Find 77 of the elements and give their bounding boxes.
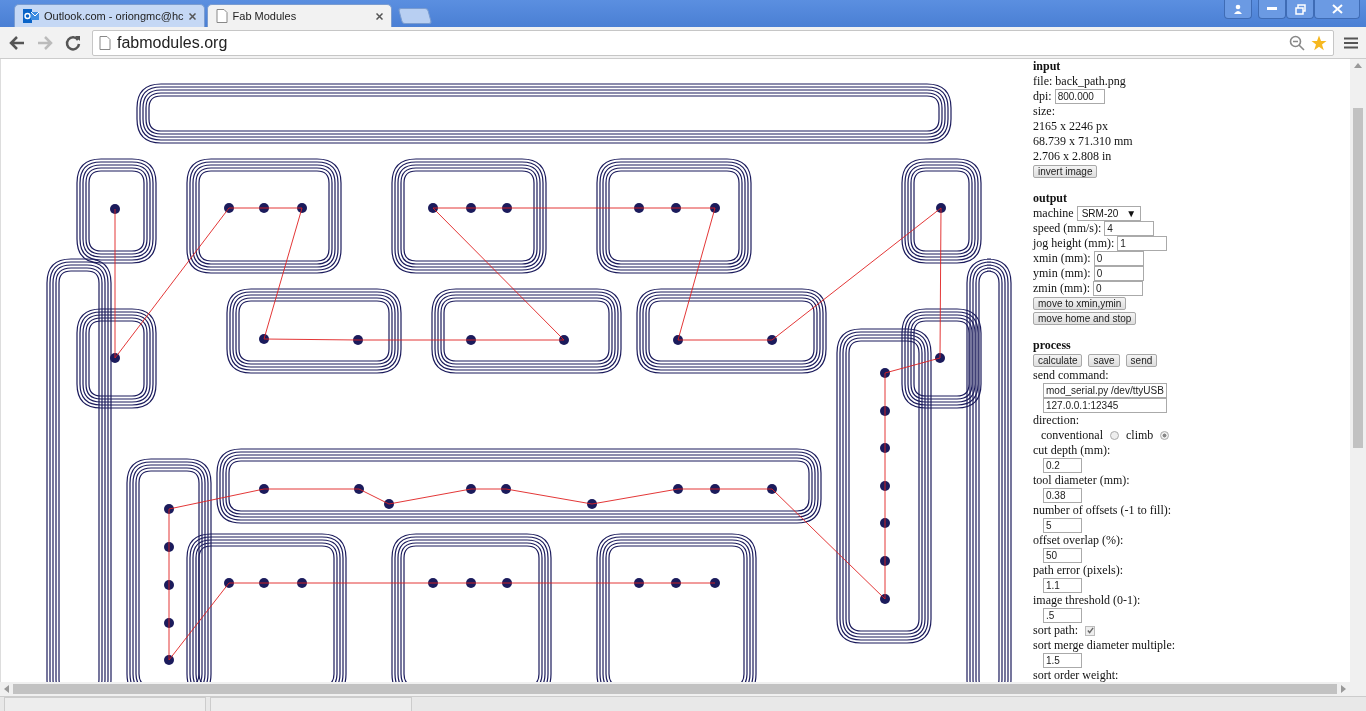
panel-text: offset overlap (%): <box>1033 533 1124 548</box>
panel-text: direction: <box>1033 413 1079 428</box>
field-label: zmin (mm): <box>1033 281 1090 296</box>
close-icon[interactable] <box>188 12 196 20</box>
section-title: input <box>1033 59 1062 74</box>
close-icon[interactable] <box>375 12 383 20</box>
input-field[interactable]: 1.5 <box>1043 653 1082 668</box>
mail-icon <box>23 9 39 23</box>
panel-button[interactable]: invert image <box>1033 165 1098 178</box>
checkbox-label: sort path: <box>1033 623 1078 638</box>
panel-button[interactable]: move home and stop <box>1033 312 1137 325</box>
panel-text: path error (pixels): <box>1033 563 1123 578</box>
panel-text: cut depth (mm): <box>1033 443 1111 458</box>
input-field[interactable]: 127.0.0.1:12345 <box>1043 398 1167 413</box>
panel-text: tool diameter (mm): <box>1033 473 1130 488</box>
panel-text: send command: <box>1033 368 1109 383</box>
panel-button[interactable]: save <box>1088 354 1120 367</box>
radio-label: climb <box>1126 428 1154 443</box>
restore-icon[interactable] <box>1286 0 1314 19</box>
panel-text: image threshold (0-1): <box>1033 593 1141 608</box>
panel-text: number of offsets (-1 to fill): <box>1033 503 1172 518</box>
menu-icon[interactable] <box>1344 36 1358 49</box>
input-field[interactable]: 1.1 <box>1043 578 1082 593</box>
panel-text: 2165 x 2246 px <box>1033 119 1108 134</box>
input-field[interactable]: 0 <box>1093 281 1143 296</box>
input-field[interactable]: mod_serial.py /dev/ttyUSB <box>1043 383 1167 398</box>
zoom-out-icon[interactable] <box>1289 34 1305 51</box>
reload-icon[interactable] <box>64 33 82 52</box>
input-field[interactable]: 1 <box>1117 236 1168 251</box>
input-field[interactable]: 800.000 <box>1054 89 1105 104</box>
input-field[interactable]: 0 <box>1093 251 1144 266</box>
close-icon[interactable] <box>1314 0 1360 19</box>
scroll-right-icon[interactable] <box>1341 685 1346 693</box>
scroll-up-icon[interactable] <box>1354 63 1362 68</box>
field-label: xmin (mm): <box>1033 251 1091 266</box>
panel-button[interactable]: move to xmin,ymin <box>1033 297 1127 310</box>
field-label: dpi: <box>1033 89 1052 104</box>
radio-label: conventional <box>1041 428 1103 443</box>
panel-button[interactable]: send <box>1125 354 1158 367</box>
radio-button[interactable] <box>1160 431 1170 440</box>
panel-text: sort order weight: <box>1033 668 1119 682</box>
radio-button[interactable] <box>1110 431 1119 440</box>
input-field[interactable]: 5 <box>1043 518 1082 533</box>
panel-text: file: back_path.png <box>1033 74 1126 89</box>
input-field[interactable]: 0 <box>1093 266 1144 281</box>
scroll-left-icon[interactable] <box>4 685 9 693</box>
field-label: machine <box>1033 206 1074 221</box>
input-field[interactable]: .5 <box>1043 608 1082 623</box>
panel-text: 2.706 x 2.808 in <box>1033 149 1112 164</box>
url-text: fabmodules.org <box>117 33 229 52</box>
page-icon <box>215 9 228 23</box>
browser-tab[interactable]: Outlook.com - oriongmc@hc <box>14 4 205 27</box>
checkbox[interactable] <box>1085 625 1095 636</box>
browser-tab[interactable]: Fab Modules <box>206 4 392 27</box>
input-field[interactable]: 50 <box>1043 548 1082 563</box>
field-label: ymin (mm): <box>1033 266 1091 281</box>
field-label: speed (mm/s): <box>1033 221 1102 236</box>
section-title: process <box>1033 338 1072 353</box>
machine-select[interactable]: SRM-20 ▼ <box>1076 206 1142 221</box>
panel-text: 68.739 x 71.310 mm <box>1033 134 1133 149</box>
back-icon[interactable] <box>8 33 26 52</box>
star-icon[interactable] <box>1311 34 1327 51</box>
field-label: jog height (mm): <box>1033 236 1115 251</box>
address-bar[interactable]: fabmodules.org <box>92 29 1334 56</box>
user-icon[interactable] <box>1224 0 1252 19</box>
page-icon <box>99 35 111 50</box>
vertical-scrollbar[interactable] <box>1350 59 1366 696</box>
input-field[interactable]: 4 <box>1104 221 1155 236</box>
horizontal-scrollbar[interactable] <box>0 682 1350 696</box>
input-field[interactable]: 0.38 <box>1043 488 1082 503</box>
panel-text: sort merge diameter multiple: <box>1033 638 1176 653</box>
minimize-icon[interactable] <box>1258 0 1286 19</box>
panel-text: size: <box>1033 104 1055 119</box>
section-title: output <box>1033 191 1068 206</box>
panel-button[interactable]: calculate <box>1033 354 1083 367</box>
input-field[interactable]: 0.2 <box>1043 458 1082 473</box>
new-tab-button[interactable] <box>397 8 432 24</box>
